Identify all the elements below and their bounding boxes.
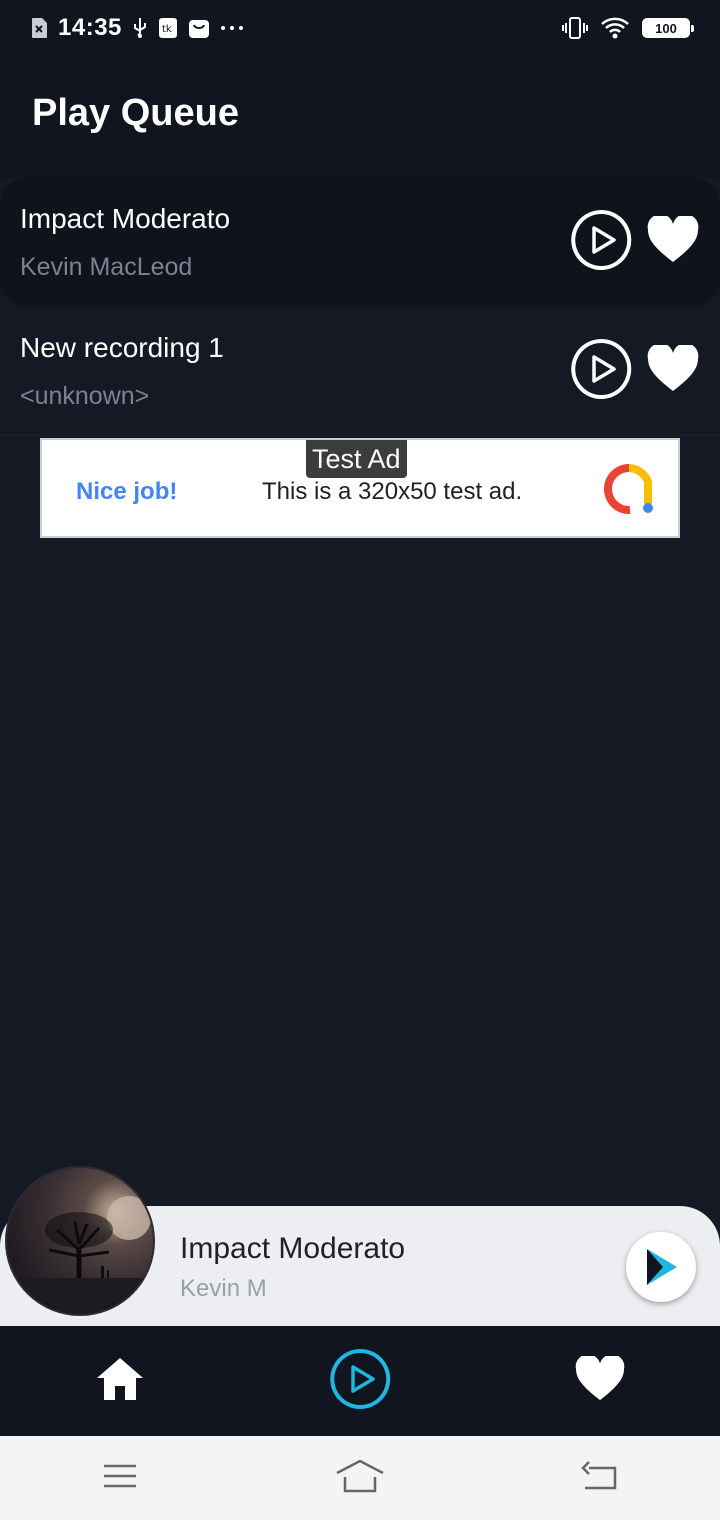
- notification-icon: tk: [158, 17, 178, 39]
- home-system-button[interactable]: [310, 1436, 410, 1520]
- sim-off-icon: [30, 17, 48, 39]
- ad-cta[interactable]: Nice job!: [76, 478, 177, 506]
- status-bar: 14:35 tk 100: [0, 0, 720, 56]
- play-button[interactable]: [570, 338, 632, 405]
- mini-play-button[interactable]: [626, 1232, 696, 1302]
- page-title: Play Queue: [32, 92, 239, 134]
- queue-item[interactable]: Impact Moderato Kevin MacLeod: [0, 178, 720, 306]
- nav-favorites-button[interactable]: [540, 1326, 660, 1436]
- battery-icon: 100: [642, 18, 694, 38]
- track-title: Impact Moderato: [20, 202, 231, 234]
- queue-item[interactable]: New recording 1 <unknown>: [0, 308, 720, 436]
- wifi-icon: [600, 16, 630, 40]
- ad-banner[interactable]: Test Ad Nice job! This is a 320x50 test …: [40, 438, 680, 538]
- system-nav: [0, 1436, 720, 1520]
- play-icon: [329, 1348, 391, 1415]
- track-artist: <unknown>: [20, 382, 150, 410]
- bottom-nav: [0, 1326, 720, 1436]
- ad-logo-icon: [604, 463, 654, 519]
- app-header: Play Queue: [0, 56, 720, 178]
- home-icon: [95, 1356, 145, 1407]
- ad-text: This is a 320x50 test ad.: [262, 478, 523, 505]
- bag-icon: [188, 17, 210, 39]
- usb-icon: [132, 17, 148, 39]
- ad-label: Test Ad: [306, 440, 407, 478]
- svg-text:tk: tk: [162, 24, 172, 35]
- heart-icon: [574, 1353, 626, 1407]
- heart-button[interactable]: [646, 343, 700, 398]
- nav-queue-button[interactable]: [300, 1326, 420, 1436]
- track-artist: Kevin MacLeod: [20, 252, 193, 281]
- track-title: New recording 1: [20, 332, 224, 363]
- back-button[interactable]: [550, 1436, 650, 1520]
- mini-player-title: Impact Moderato: [180, 1232, 406, 1265]
- home-outline-icon: [335, 1459, 385, 1498]
- album-cover[interactable]: [5, 1166, 155, 1316]
- status-time: 14:35: [58, 14, 122, 41]
- nav-home-button[interactable]: [60, 1326, 180, 1436]
- back-icon: [581, 1460, 619, 1497]
- play-button[interactable]: [570, 209, 632, 276]
- recents-button[interactable]: [70, 1436, 170, 1520]
- more-dots-icon: [220, 24, 244, 32]
- heart-button[interactable]: [646, 213, 700, 269]
- menu-icon: [102, 1462, 138, 1495]
- mini-player-artist: Kevin M: [180, 1275, 267, 1302]
- vibrate-icon: [562, 16, 588, 40]
